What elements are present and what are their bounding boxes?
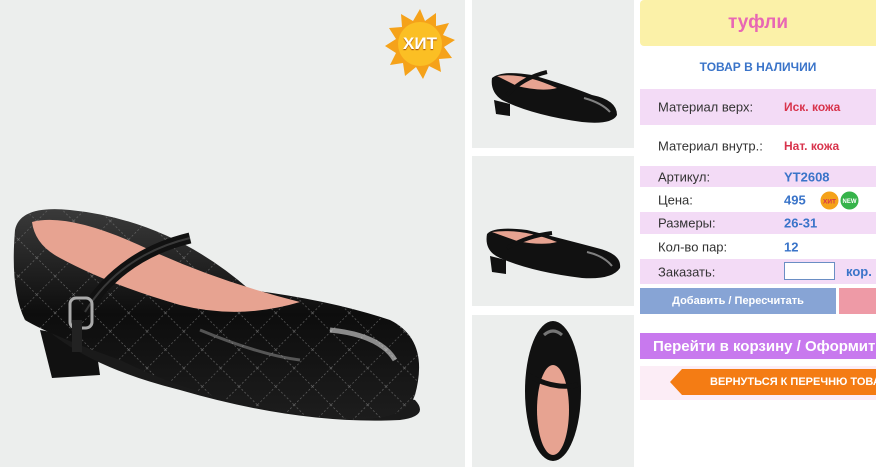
go-to-cart-button[interactable]: Перейти в корзину / Оформить xyxy=(640,333,876,359)
shoe-side-photo xyxy=(491,70,617,123)
spec-value: 495 xyxy=(784,192,806,207)
spec-label: Материал внутр.: xyxy=(658,138,763,154)
add-recalculate-button[interactable]: Добавить / Пересчитать xyxy=(640,288,836,314)
spec-value: YT2608 xyxy=(784,169,830,184)
spec-row-sizes: Размеры: 26-31 xyxy=(640,212,876,234)
thumbnail-1[interactable] xyxy=(472,0,634,148)
thumbnail-3[interactable] xyxy=(472,315,634,467)
spec-value: Иск. кожа xyxy=(784,100,841,114)
product-title: туфли xyxy=(640,0,876,46)
hit-mini-icon: ХИТ xyxy=(820,191,839,210)
new-mini-icon: NEW xyxy=(840,191,859,210)
hit-badge-label: ХИТ xyxy=(403,34,437,53)
hit-mini-label: ХИТ xyxy=(823,199,836,206)
stock-status: ТОВАР В НАЛИЧИИ xyxy=(699,60,817,74)
thumbnail-2[interactable] xyxy=(472,156,634,306)
order-unit: кор. xyxy=(846,264,872,279)
spec-label: Цена: xyxy=(658,192,693,207)
shoe-top-photo xyxy=(525,321,581,461)
main-product-image[interactable]: ХИТ xyxy=(0,0,465,467)
order-quantity-input[interactable] xyxy=(784,262,835,280)
spec-value: 12 xyxy=(784,239,799,255)
spec-label: Артикул: xyxy=(658,169,711,184)
spec-value: 26-31 xyxy=(784,215,818,231)
spec-label: Кол-во пар: xyxy=(658,239,728,255)
hit-badge: ХИТ xyxy=(384,8,456,80)
secondary-button[interactable] xyxy=(839,288,876,314)
new-mini-label: NEW xyxy=(843,199,857,205)
spec-row-article: Артикул: YT2608 xyxy=(640,166,876,187)
spec-label: Заказать: xyxy=(658,264,716,279)
back-to-list-button[interactable]: ВЕРНУТЬСЯ К ПЕРЕЧНЮ ТОВАРОВ xyxy=(670,369,876,395)
spec-row-pairs: Кол-во пар: 12 xyxy=(640,236,876,258)
spec-row-material-upper: Материал верх: Иск. кожа xyxy=(640,89,876,125)
spec-label: Размеры: xyxy=(658,215,716,231)
shoe-side-photo xyxy=(486,228,621,279)
spec-row-order: Заказать: xyxy=(640,259,876,284)
spec-row-material-inner: Материал внутр.: Нат. кожа xyxy=(640,127,876,165)
spec-label: Материал верх: xyxy=(658,99,754,115)
spec-value: Нат. кожа xyxy=(784,139,840,153)
